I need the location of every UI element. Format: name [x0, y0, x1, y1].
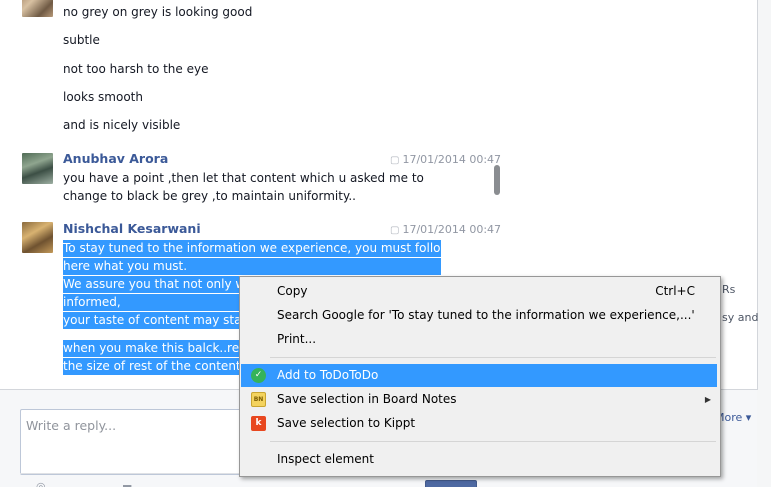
selected-text-line[interactable]: the size of rest of the content — [63, 358, 241, 375]
reply-button[interactable] — [425, 480, 477, 487]
menu-item-label: Print... — [277, 332, 317, 346]
menu-item-label: Inspect element — [277, 452, 374, 466]
message-line: looks smooth — [63, 90, 143, 104]
menu-item-search-google[interactable]: Search Google for 'To stay tuned to the … — [241, 304, 717, 327]
attach-icon[interactable]: ▬ — [122, 480, 132, 487]
author-name-anubhav[interactable]: Anubhav Arora — [63, 151, 168, 166]
menu-item-label: Add to ToDoToDo — [277, 368, 379, 382]
menu-item-save-board-notes[interactable]: BN Save selection in Board Notes ▶ — [241, 388, 717, 411]
message-line: not too harsh to the eye — [63, 62, 209, 76]
message-line: you have a point ,then let that content … — [63, 171, 424, 185]
author-name-nishchal[interactable]: Nishchal Kesarwani — [63, 221, 201, 236]
message-line: change to black be grey ,to maintain uni… — [63, 189, 356, 203]
menu-item-copy[interactable]: Copy Ctrl+C — [241, 280, 717, 303]
message-line: no grey on grey is looking good — [63, 5, 253, 19]
menu-separator — [270, 357, 716, 358]
menu-item-label: Search Google for 'To stay tuned to the … — [277, 308, 695, 322]
selected-text-line[interactable]: here what you must. — [63, 258, 441, 275]
message-line: subtle — [63, 33, 100, 47]
menu-item-label: Copy — [277, 284, 308, 298]
scrollbar-thumb[interactable] — [494, 165, 500, 195]
reply-placeholder: Write a reply... — [26, 418, 117, 433]
menu-item-save-to-kippt[interactable]: k Save selection to Kippt — [241, 412, 717, 435]
avatar-nishchal[interactable] — [22, 222, 53, 253]
menu-item-add-to-todotodo[interactable]: ✓ Add to ToDoToDo — [241, 364, 717, 387]
kippt-icon: k — [251, 416, 266, 431]
board-notes-icon: BN — [251, 392, 266, 407]
avatar[interactable] — [22, 0, 53, 17]
menu-separator — [270, 441, 716, 442]
avatar-anubhav[interactable] — [22, 153, 53, 184]
menu-item-inspect-element[interactable]: Inspect element — [241, 448, 717, 471]
screen: no grey on grey is looking good subtle n… — [0, 0, 771, 487]
menu-item-print[interactable]: Print... — [241, 328, 717, 351]
message-line: and is nicely visible — [63, 118, 181, 132]
comment-icon: ▢ — [390, 155, 400, 166]
shortcut-label: Ctrl+C — [655, 284, 695, 298]
timestamp-text: 17/01/2014 00:47 — [402, 153, 502, 166]
camera-icon[interactable]: ◎ — [36, 480, 46, 487]
selected-text-line[interactable]: To stay tuned to the information we expe… — [63, 240, 450, 257]
sidebar-text-fragment: sy and — [722, 311, 759, 324]
sidebar-text-fragment: Rs — [722, 283, 736, 296]
todotodo-icon: ✓ — [251, 368, 266, 383]
context-menu: Copy Ctrl+C Search Google for 'To stay t… — [239, 276, 721, 477]
selected-text-line[interactable]: We assure you that not only wi — [63, 276, 249, 293]
selected-text-line[interactable]: when you make this balck..redu — [63, 340, 254, 357]
menu-item-label: Save selection in Board Notes — [277, 392, 457, 406]
submenu-arrow-icon: ▶ — [704, 395, 711, 404]
timestamp: ▢ 17/01/2014 00:47 — [390, 223, 501, 236]
selected-text-line[interactable]: informed, — [63, 294, 241, 311]
comment-icon: ▢ — [390, 225, 400, 236]
selected-text-line[interactable]: your taste of content may start — [63, 312, 251, 329]
timestamp: ▢ 17/01/2014 00:47 — [390, 153, 501, 166]
menu-item-label: Save selection to Kippt — [277, 416, 416, 430]
timestamp-text: 17/01/2014 00:47 — [402, 223, 502, 236]
